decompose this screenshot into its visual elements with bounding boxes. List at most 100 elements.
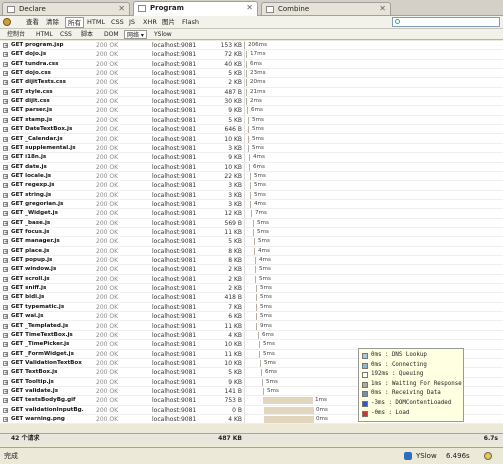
request-row[interactable]: + GET manager.js 200 OK localhost:9081 5 KB 5… (0, 237, 503, 247)
expand-icon[interactable]: + (3, 370, 8, 376)
yslow-label[interactable]: YSlow (416, 448, 437, 464)
request-row[interactable]: + GET program.jsp 200 OK localhost:9081 153 … (0, 41, 503, 51)
expand-icon[interactable]: + (3, 183, 8, 189)
expand-icon[interactable]: + (3, 239, 8, 245)
expand-icon[interactable]: + (3, 211, 8, 217)
expand-icon[interactable]: + (3, 276, 8, 282)
tab-program[interactable]: Program ✕ (133, 1, 258, 16)
expand-icon[interactable]: + (3, 89, 8, 95)
expand-icon[interactable]: + (3, 136, 8, 142)
expand-icon[interactable]: + (3, 295, 8, 301)
expand-icon[interactable]: + (3, 248, 8, 254)
clear-button[interactable]: 清除 (44, 17, 61, 28)
tab-yslow[interactable]: YSlow (152, 30, 174, 39)
request-row[interactable]: + GET tundra.css 200 OK localhost:9081 40 KB… (0, 60, 503, 70)
request-row[interactable]: + GET _Templated.js 200 OK localhost:9081 11… (0, 322, 503, 331)
request-row[interactable]: + GET i18n.js 200 OK localhost:9081 9 KB 4ms (0, 153, 503, 163)
search-input[interactable] (403, 18, 499, 26)
request-row[interactable]: + GET parser.js 200 OK localhost:9081 9 KB 6m… (0, 106, 503, 116)
filter-css-button[interactable]: CSS (109, 17, 126, 28)
expand-icon[interactable]: + (3, 117, 8, 123)
expand-icon[interactable]: + (3, 127, 8, 133)
request-row[interactable]: + GET typematic.js 200 OK localhost:9081 7 K… (0, 303, 503, 313)
request-row[interactable]: + GET stamp.js 200 OK localhost:9081 5 KB 5ms (0, 116, 503, 126)
expand-icon[interactable]: + (3, 192, 8, 198)
expand-icon[interactable]: + (3, 145, 8, 151)
expand-icon[interactable]: + (3, 351, 8, 357)
request-row[interactable]: + GET DateTextBox.js 200 OK localhost:9081 6… (0, 125, 503, 135)
close-icon[interactable]: ✕ (379, 3, 386, 15)
expand-icon[interactable]: + (3, 286, 8, 292)
expand-icon[interactable]: + (3, 304, 8, 310)
request-row[interactable]: + GET wai.js 200 OK localhost:9081 6 KB 5ms (0, 312, 503, 322)
filter-html-button[interactable]: HTML (85, 17, 107, 28)
request-row[interactable]: + GET supplemental.js 200 OK localhost:9081… (0, 144, 503, 154)
expand-icon[interactable]: + (3, 164, 8, 170)
inspect-button[interactable]: 查看 (24, 17, 41, 28)
request-row[interactable]: + GET string.js 200 OK localhost:9081 3 KB 5m… (0, 191, 503, 200)
firebug-status-icon[interactable] (484, 452, 492, 460)
filter-images-button[interactable]: 图片 (160, 17, 177, 28)
request-row[interactable]: + GET gregorian.js 200 OK localhost:9081 3 K… (0, 200, 503, 210)
expand-icon[interactable]: + (3, 201, 8, 207)
request-row[interactable]: + GET dojo.css 200 OK localhost:9081 5 KB 23m… (0, 69, 503, 79)
request-row[interactable]: + GET dijit.css 200 OK localhost:9081 30 KB 2… (0, 97, 503, 107)
expand-icon[interactable]: + (3, 99, 8, 105)
request-row[interactable]: + GET locale.js 200 OK localhost:9081 22 KB 5… (0, 172, 503, 182)
request-row[interactable]: + GET scroll.js 200 OK localhost:9081 2 KB 5m… (0, 275, 503, 285)
expand-icon[interactable]: + (3, 332, 8, 338)
close-icon[interactable]: ✕ (118, 3, 125, 15)
request-row[interactable]: + GET _Calendar.js 200 OK localhost:9081 10 … (0, 135, 503, 144)
expand-icon[interactable]: + (3, 173, 8, 179)
expand-icon[interactable]: + (3, 108, 8, 114)
expand-icon[interactable]: + (3, 267, 8, 273)
request-row[interactable]: + GET style.css 200 OK localhost:9081 487 B 2… (0, 88, 503, 98)
expand-icon[interactable]: + (3, 258, 8, 264)
tab-console[interactable]: 控制台 (5, 30, 27, 39)
expand-icon[interactable]: + (3, 230, 8, 236)
filter-js-button[interactable]: JS (127, 17, 137, 28)
firebug-icon[interactable] (3, 18, 11, 26)
tab-dom[interactable]: DOM (102, 30, 121, 39)
expand-icon[interactable]: + (3, 407, 8, 413)
expand-icon[interactable]: + (3, 80, 8, 86)
expand-icon[interactable]: + (3, 61, 8, 67)
tab-net[interactable]: 网络 ▾ (124, 30, 147, 39)
expand-icon[interactable]: + (3, 379, 8, 385)
search-field[interactable] (392, 17, 500, 27)
request-row[interactable]: + GET date.js 200 OK localhost:9081 10 KB 6ms (0, 163, 503, 172)
tab-combine[interactable]: Combine ✕ (261, 2, 391, 15)
tab-script[interactable]: 脚本 (79, 30, 95, 39)
tab-css[interactable]: CSS (58, 30, 74, 39)
filter-xhr-button[interactable]: XHR (141, 17, 159, 28)
expand-icon[interactable]: + (3, 360, 8, 366)
request-row[interactable]: + GET regexp.js 200 OK localhost:9081 3 KB 5m… (0, 181, 503, 191)
request-row[interactable]: + GET _base.js 200 OK localhost:9081 569 B 5m… (0, 219, 503, 228)
expand-icon[interactable]: + (3, 342, 8, 348)
request-row[interactable]: + GET dijitTests.css 200 OK localhost:9081 2… (0, 78, 503, 88)
close-icon[interactable]: ✕ (246, 2, 253, 14)
request-row[interactable]: + GET bidi.js 200 OK localhost:9081 418 B 5ms (0, 293, 503, 303)
filter-all-button[interactable]: 所有 (65, 17, 84, 28)
expand-icon[interactable]: + (3, 71, 8, 77)
expand-icon[interactable]: + (3, 155, 8, 161)
request-row[interactable]: + GET place.js 200 OK localhost:9081 8 KB 4ms (0, 247, 503, 257)
request-row[interactable]: + GET focus.js 200 OK localhost:9081 11 KB 5m… (0, 228, 503, 238)
tab-declare[interactable]: Declare ✕ (2, 2, 130, 15)
request-row[interactable]: + GET popup.js 200 OK localhost:9081 8 KB 4ms (0, 256, 503, 266)
expand-icon[interactable]: + (3, 220, 8, 226)
request-row[interactable]: + GET dojo.js 200 OK localhost:9081 72 KB 17m… (0, 50, 503, 60)
request-row[interactable]: + GET TimeTextBox.js 200 OK localhost:9081 4… (0, 331, 503, 341)
expand-icon[interactable]: + (3, 43, 8, 49)
request-row[interactable]: + GET _Widget.js 200 OK localhost:9081 12 KB… (0, 209, 503, 219)
filter-flash-button[interactable]: Flash (180, 17, 201, 28)
tab-html[interactable]: HTML (34, 30, 55, 39)
expand-icon[interactable]: + (3, 388, 8, 394)
expand-icon[interactable]: + (3, 417, 8, 423)
request-row[interactable]: + GET sniff.js 200 OK localhost:9081 2 KB 5ms (0, 284, 503, 294)
expand-icon[interactable]: + (3, 398, 8, 404)
request-row[interactable]: + GET window.js 200 OK localhost:9081 2 KB 5m… (0, 265, 503, 275)
expand-icon[interactable]: + (3, 323, 8, 329)
expand-icon[interactable]: + (3, 52, 8, 58)
expand-icon[interactable]: + (3, 314, 8, 320)
